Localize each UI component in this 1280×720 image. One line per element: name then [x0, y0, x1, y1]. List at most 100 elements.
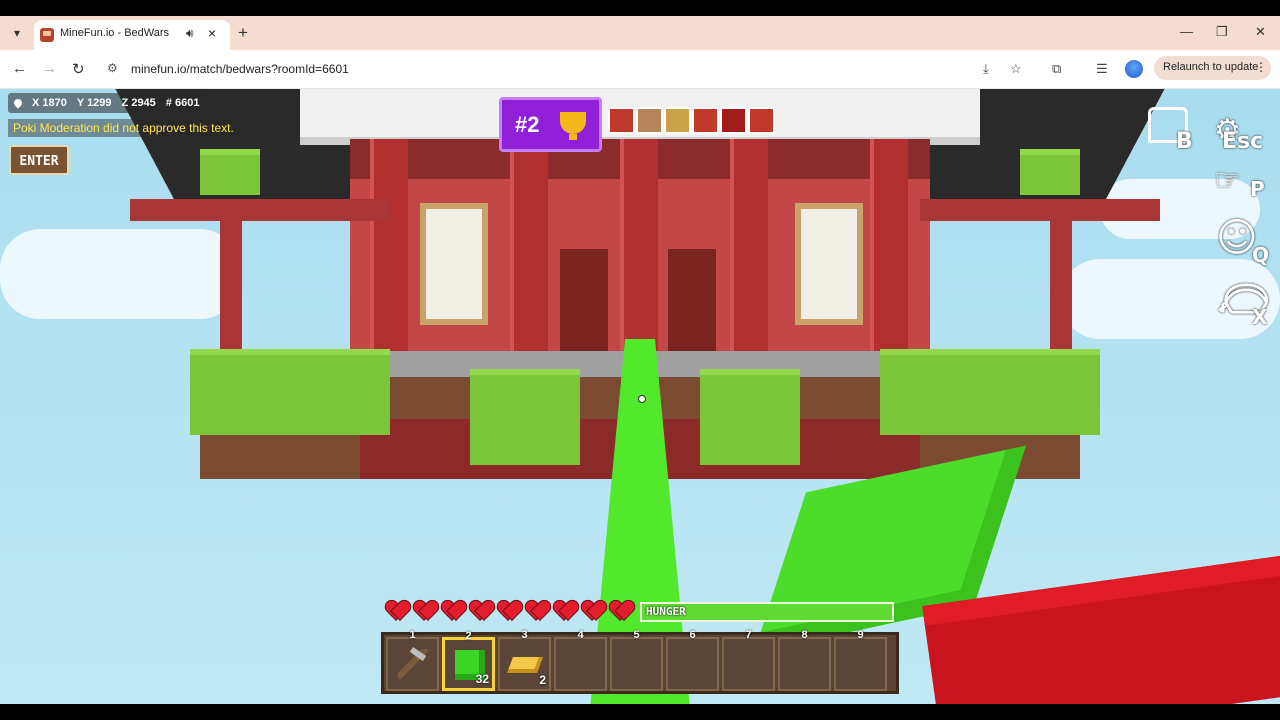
cloud [0, 229, 240, 319]
item-count: 2 [539, 673, 546, 687]
slot-number: 5 [633, 629, 640, 641]
slot-number: 4 [577, 629, 584, 641]
coordinates-readout: X 1870 Y 1299 Z 2945 # 6601 [8, 93, 206, 113]
health-hearts [386, 601, 632, 621]
gold-ingot-icon [507, 657, 543, 673]
screen-top-border [0, 0, 1280, 16]
address-bar[interactable]: ⚙ minefun.io/match/bedwars?roomId=6601 [100, 56, 1046, 81]
hotbar-slot-1[interactable]: 1 [386, 629, 439, 691]
torii-gate-right [920, 199, 1160, 221]
heart-icon [414, 601, 436, 621]
esc-key: Esc [1222, 129, 1264, 154]
pointer-hand-icon[interactable]: ☞ [1214, 163, 1241, 198]
q-key: Q [1252, 243, 1270, 267]
toolbar: ← → ↻ ⚙ minefun.io/match/bedwars?roomId=… [0, 50, 1280, 89]
relaunch-button[interactable]: Relaunch to update ⋮ [1154, 56, 1271, 80]
temple-window [420, 203, 488, 325]
media-controls-icon[interactable]: ☰ [1096, 61, 1108, 77]
reload-icon[interactable]: ↻ [72, 60, 85, 78]
coord-z: Z 2945 [121, 97, 156, 109]
crosshair [638, 395, 646, 403]
pickaxe-icon [398, 649, 428, 679]
audio-playing-icon[interactable]: 🔊︎ [186, 26, 194, 41]
heart-icon [498, 601, 520, 621]
site-info-icon[interactable]: ⚙ [107, 61, 118, 75]
new-tab-icon[interactable]: + [238, 23, 248, 43]
hunger-label: HUNGER [646, 605, 686, 618]
heart-icon [470, 601, 492, 621]
enter-chat-button[interactable]: ENTER [9, 145, 69, 175]
bookmark-star-icon[interactable]: ☆ [1010, 61, 1022, 77]
slot-number: 6 [689, 629, 696, 641]
item-count: 32 [475, 672, 489, 686]
forward-icon[interactable]: → [42, 60, 57, 77]
tab-minefun[interactable]: MineFun.io - BedWars 🔊︎ × [34, 20, 230, 50]
rank-text: #2 [515, 112, 540, 137]
tab-search-icon[interactable]: ▾ [8, 25, 26, 41]
hotbar-slot-5[interactable]: 5 [610, 629, 663, 691]
shop-key: B [1176, 129, 1193, 154]
hotbar-slot-6[interactable]: 6 [666, 629, 719, 691]
temple-window [795, 203, 863, 325]
leaf-blocks [470, 369, 580, 465]
tab-strip: ▾ MineFun.io - BedWars 🔊︎ × + — ❐ ✕ [0, 16, 1280, 50]
extensions-icon[interactable]: ⧉ [1052, 61, 1061, 77]
minimize-icon[interactable]: — [1180, 24, 1193, 39]
back-icon[interactable]: ← [12, 60, 27, 77]
player-avatar [692, 107, 719, 134]
hotbar-slot-9[interactable]: 9 [834, 629, 887, 691]
temple-building [350, 139, 930, 369]
slot-number: 9 [857, 629, 864, 641]
window-close-icon[interactable]: ✕ [1255, 24, 1266, 40]
player-avatar [636, 107, 663, 134]
hotbar-slot-7[interactable]: 7 [722, 629, 775, 691]
slot-number: 2 [465, 630, 472, 642]
coord-x: X 1870 [32, 97, 67, 109]
temple-pillar [870, 139, 908, 369]
rank-badge: #2 [499, 97, 602, 152]
profile-avatar[interactable] [1125, 60, 1143, 78]
temple-pillar [620, 139, 658, 369]
x-key: X [1252, 305, 1268, 329]
temple-pillar [730, 139, 768, 369]
hotbar: 1 2 32 3 2 4 5 6 7 8 9 [381, 629, 899, 694]
minefun-favicon-icon [40, 28, 54, 42]
team-players [608, 107, 775, 134]
heart-icon [582, 601, 604, 621]
heart-icon [610, 601, 632, 621]
tab-close-icon[interactable]: × [208, 25, 216, 41]
room-id: # 6601 [165, 97, 200, 109]
slot-number: 1 [409, 629, 416, 641]
tree-leaves [200, 149, 260, 195]
url-text: minefun.io/match/bedwars?roomId=6601 [131, 62, 349, 76]
player-avatar [748, 107, 775, 134]
slot-number: 3 [521, 629, 528, 641]
hotbar-slot-8[interactable]: 8 [778, 629, 831, 691]
hotbar-slot-4[interactable]: 4 [554, 629, 607, 691]
p-key: P [1250, 177, 1265, 201]
heart-icon [554, 601, 576, 621]
game-canvas[interactable]: X 1870 Y 1299 Z 2945 # 6601 Poki Moderat… [0, 89, 1280, 704]
leaf-blocks [700, 369, 800, 465]
slot-number: 7 [745, 629, 752, 641]
player-avatar [720, 107, 747, 134]
browser-menu-icon[interactable]: ⋮ [1255, 60, 1267, 74]
torii-gate-left [130, 199, 390, 221]
install-app-icon[interactable]: ⤓ [983, 61, 989, 77]
player-avatar [664, 107, 691, 134]
heart-icon [526, 601, 548, 621]
hotbar-slot-2[interactable]: 2 32 [442, 630, 495, 691]
heart-icon [386, 601, 408, 621]
temple-pillar [510, 139, 548, 369]
temple-pillar [370, 139, 408, 369]
slot-number: 8 [801, 629, 808, 641]
heart-icon [442, 601, 464, 621]
player-avatar [608, 107, 635, 134]
tree-leaves [1020, 149, 1080, 195]
restore-icon[interactable]: ❐ [1216, 24, 1228, 40]
leaf-blocks [190, 349, 390, 435]
hotbar-slot-3[interactable]: 32 [498, 629, 551, 691]
relaunch-label: Relaunch to update [1163, 61, 1259, 73]
tab-title: MineFun.io - BedWars [60, 27, 170, 39]
hunger-bar: HUNGER [640, 602, 894, 622]
